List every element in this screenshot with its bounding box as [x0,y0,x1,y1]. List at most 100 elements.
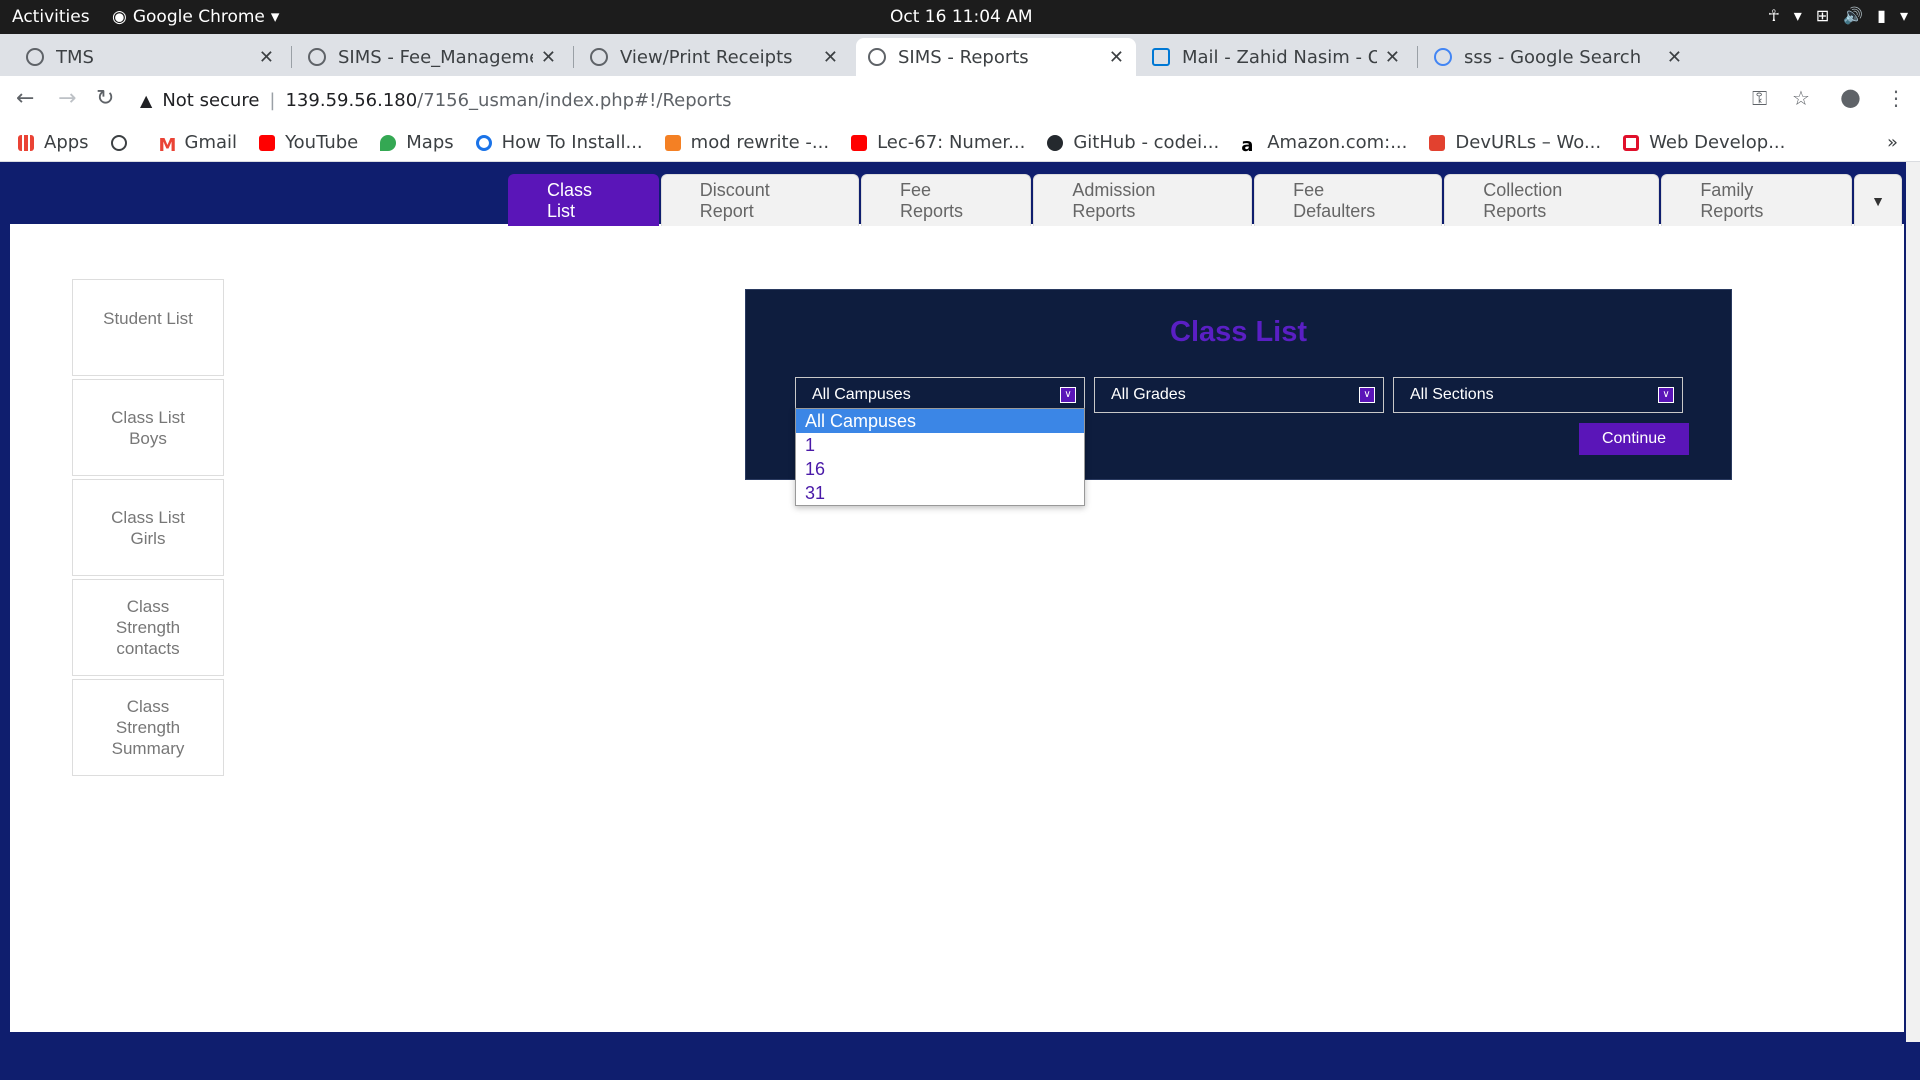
bookmark-mod-rewrite[interactable]: mod rewrite -... [664,132,830,153]
close-icon[interactable]: ✕ [823,47,838,68]
bookmarks-bar: Apps M Gmail YouTube Maps How To Install.… [0,124,1920,162]
menu-class-strength-summary[interactable]: Class Strength Summary [72,679,224,776]
browser-tab-active[interactable]: SIMS - Reports ✕ [856,38,1136,76]
menu-student-list[interactable]: Student List [72,279,224,376]
bookmark-apps[interactable]: Apps [18,132,89,153]
tab-title: sss - Google Search [1464,46,1642,68]
clock[interactable]: Oct 16 11:04 AM [890,7,1033,27]
bookmark-web-develop[interactable]: Web Develop... [1623,132,1785,153]
close-icon[interactable]: ✕ [1109,47,1124,68]
bookmark-label: Web Develop... [1649,132,1786,153]
chevron-down-icon: ▾ [270,7,280,27]
report-tabs: Class List Discount Report Fee Reports A… [508,174,1904,226]
bookmark-gmail[interactable]: M Gmail [158,132,238,156]
browser-tab[interactable]: Mail - Zahid Nasim - Out ✕ [1140,38,1412,76]
bookmark-label: YouTube [285,132,359,153]
globe-icon [868,48,886,66]
profile-icon[interactable]: ● [1840,83,1861,111]
campus-option[interactable]: 16 [796,457,1084,481]
chevron-down-icon: ∨ [1658,387,1674,403]
stackoverflow-icon [664,134,681,151]
network-icon: ⊞ [1815,6,1830,25]
tab-admission-reports[interactable]: Admission Reports [1033,174,1253,226]
back-button[interactable]: ← [16,86,34,111]
campus-dropdown-list: All Campuses 1 16 31 [795,408,1085,506]
campus-select-value: All Campuses [812,386,911,403]
url-path[interactable]: /7156_usman/index.php#!/Reports [417,90,731,111]
browser-tab[interactable]: sss - Google Search ✕ [1422,38,1694,76]
devurls-icon [1429,134,1446,151]
tab-title: Mail - Zahid Nasim - Out [1182,46,1377,68]
google-icon [1434,48,1452,66]
address-bar[interactable]: ▲ Not secure | 139.59.56.180 /7156_usman… [140,82,1780,118]
tab-collection-reports[interactable]: Collection Reports [1444,174,1660,226]
tab-strip: TMS ✕ SIMS - Fee_Managemen ✕ View/Print … [0,34,1920,104]
tab-fee-defaulters[interactable]: Fee Defaulters [1254,174,1443,226]
campus-option[interactable]: 1 [796,433,1084,457]
bookmark-maps[interactable]: Maps [380,132,454,153]
bookmark-globe[interactable] [110,134,137,151]
tab-class-list[interactable]: Class List [508,174,659,226]
security-label[interactable]: Not secure [162,90,259,111]
tab-fee-reports[interactable]: Fee Reports [861,174,1032,226]
maps-pin-icon [380,134,397,151]
browser-tab[interactable]: View/Print Receipts ✕ [578,38,850,76]
github-icon [1047,134,1064,151]
menu-icon[interactable]: ⋮ [1886,86,1906,110]
globe-icon [110,134,127,151]
star-icon[interactable]: ☆ [1792,86,1810,110]
tab-discount-report[interactable]: Discount Report [660,174,860,226]
tab-title: SIMS - Fee_Managemen [338,46,533,68]
warning-icon[interactable]: ▲ [140,91,152,110]
refresh-icon [475,134,492,151]
section-select[interactable]: All Sections ∨ [1393,377,1683,413]
bookmark-how-to-install[interactable]: How To Install... [475,132,643,153]
youtube-icon [851,134,868,151]
browser-toolbar: ← → ↻ ▲ Not secure | 139.59.56.180 /7156… [0,76,1920,124]
app-menu[interactable]: ◉ Google Chrome ▾ [112,7,279,27]
page-scrollbar[interactable] [1906,162,1920,1042]
key-icon[interactable]: ⚿ [1752,86,1767,110]
bookmark-amazon[interactable]: a Amazon.com:... [1241,132,1407,156]
chevron-down-icon: ∨ [1359,387,1375,403]
bookmark-label: DevURLs – Wo... [1455,132,1602,153]
url-host[interactable]: 139.59.56.180 [285,90,417,111]
menu-class-list-girls[interactable]: Class List Girls [72,479,224,576]
chevron-down-icon: ▾ [1899,6,1908,25]
tab-title: TMS [56,46,94,68]
grade-select[interactable]: All Grades ∨ [1094,377,1384,413]
close-icon[interactable]: ✕ [1385,47,1400,68]
bookmark-label: How To Install... [501,132,643,153]
more-tabs-button[interactable]: ▼ [1854,174,1902,226]
bookmark-lec-67[interactable]: Lec-67: Numer... [851,132,1025,153]
bookmark-label: mod rewrite -... [690,132,830,153]
system-tray[interactable]: ☥ ▾ ⊞ 🔊 ▮ ▾ [1768,6,1908,25]
campus-option[interactable]: All Campuses [796,409,1084,433]
gmail-icon: M [158,134,177,156]
menu-class-list-boys[interactable]: Class List Boys [72,379,224,476]
bookmark-youtube[interactable]: YouTube [259,132,358,153]
globe-icon [26,48,44,66]
bookmarks-overflow-button[interactable]: » [1887,132,1898,153]
continue-button[interactable]: Continue [1579,423,1689,455]
browser-tab[interactable]: SIMS - Fee_Managemen ✕ [296,38,568,76]
forward-button[interactable]: → [58,86,76,111]
apps-grid-icon [18,134,34,151]
reload-button[interactable]: ↻ [96,86,114,111]
close-icon[interactable]: ✕ [541,47,556,68]
browser-tab[interactable]: TMS ✕ [14,38,286,76]
bookmark-devurls[interactable]: DevURLs – Wo... [1429,132,1601,153]
panel-title: Class List [1170,316,1307,348]
accessibility-icon[interactable]: ☥ [1768,6,1780,25]
activities-button[interactable]: Activities [12,7,90,27]
app-name: Google Chrome [132,7,265,27]
close-icon[interactable]: ✕ [1667,47,1682,68]
chevron-down-icon: ▾ [1793,6,1802,25]
menu-class-strength-contacts[interactable]: Class Strength contacts [72,579,224,676]
bookmark-label: GitHub - codei... [1073,132,1220,153]
campus-option[interactable]: 31 [796,481,1084,505]
bookmark-github[interactable]: GitHub - codei... [1047,132,1219,153]
tab-family-reports[interactable]: Family Reports [1661,174,1853,226]
chevron-down-icon: ∨ [1060,387,1076,403]
close-icon[interactable]: ✕ [259,47,274,68]
